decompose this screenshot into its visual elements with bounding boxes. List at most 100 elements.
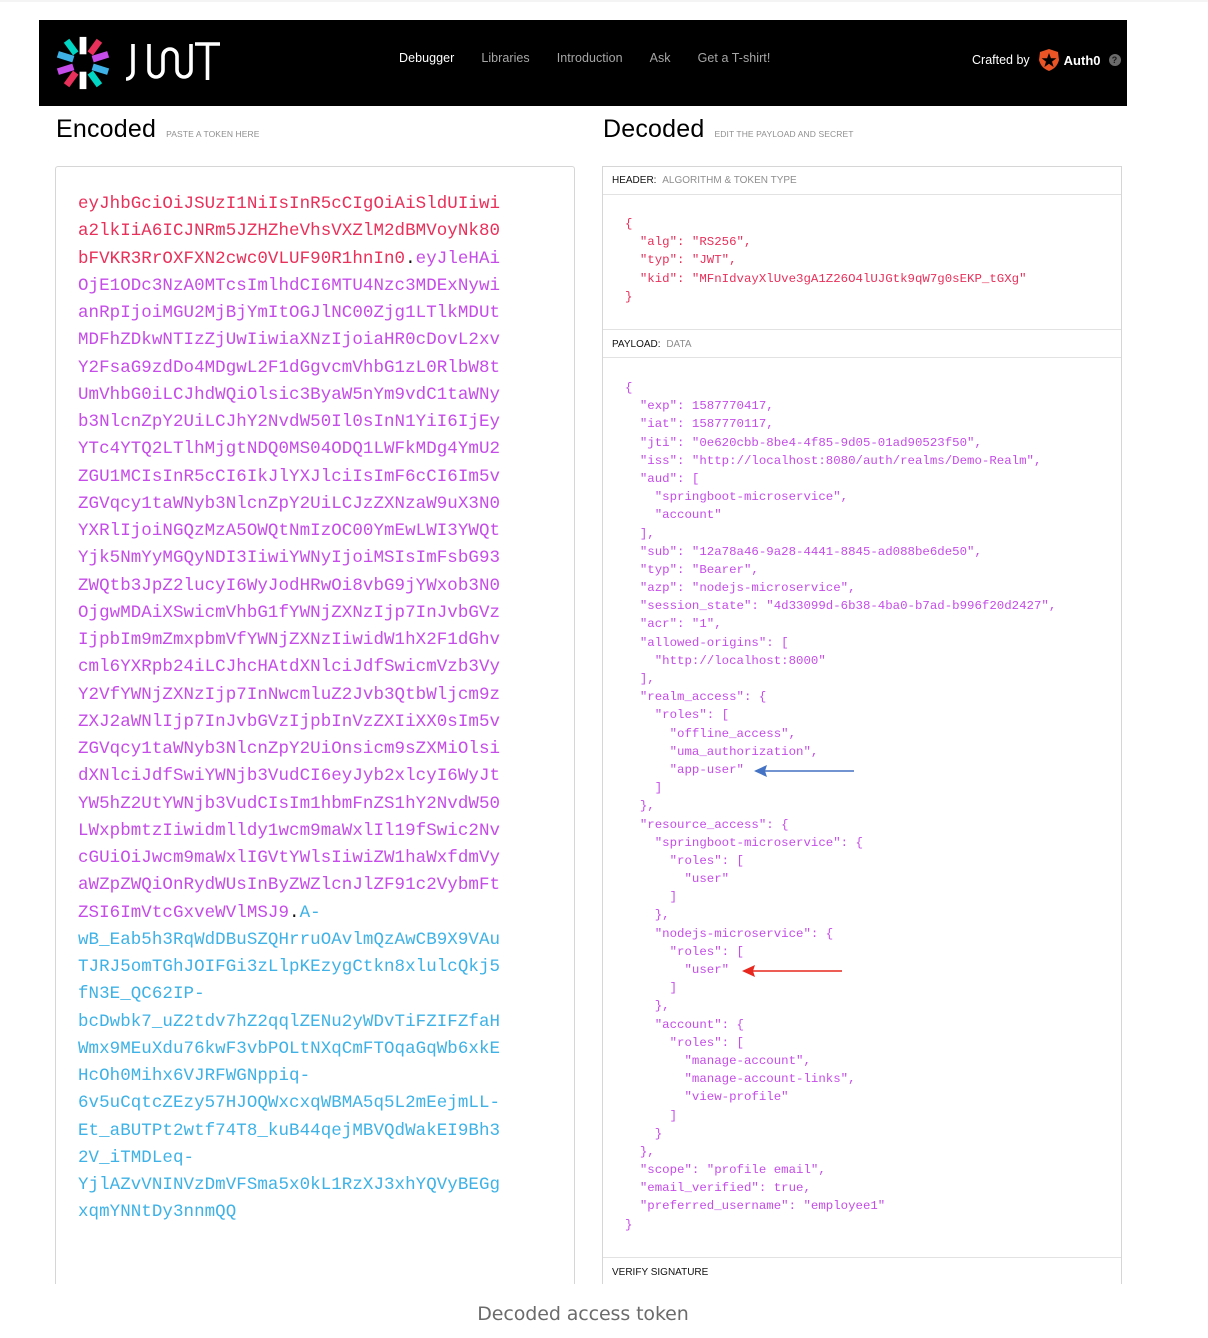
auth0-shield-star-icon [1038, 49, 1059, 71]
token-separator: . [289, 902, 300, 923]
token-signature-segment: TJRJ5omTGhJOIFGi3zLlpKEzygCtkn8xlulcQkj5 [78, 957, 501, 977]
payload-json-line: "iat": 1587770117, [625, 417, 774, 432]
token-line: OjE1ODc3NzA0MTcsImlhdCI6MTU4Nzc3MDExNywi [78, 273, 548, 300]
token-payload-segment: eyJleHAi [415, 248, 501, 269]
payload-json-line: "preferred_username": "employee1" [625, 1199, 886, 1214]
encoded-token-text[interactable]: eyJhbGciOiJSUzI1NiIsInR5cCIgOiAiSldUIiwi… [78, 191, 548, 1227]
payload-json-line: ], [625, 526, 655, 541]
nav-link-debugger[interactable]: Debugger [399, 51, 454, 65]
payload-json-line: "allowed-origins": [ [625, 635, 789, 650]
payload-json-line: "manage-account", [625, 1053, 811, 1068]
encoded-subtitle: PASTE A TOKEN HERE [166, 129, 260, 139]
navbar: Debugger Libraries Introduction Ask Get … [39, 20, 1127, 106]
token-line: bFVKR3RrOXFXN2cwc0VLUF90R1hnIn0.eyJleHAi [78, 246, 548, 273]
token-separator: . [405, 248, 416, 269]
payload-json-line: }, [625, 1144, 655, 1159]
payload-json-line: "account" [625, 508, 722, 523]
token-payload-segment: anRpIjoiMGU2MjBjYmItOGJlNC00Zjg1LTlkMDUt [78, 303, 501, 323]
payload-json-line: "offline_access", [625, 726, 797, 741]
token-line: Y2FsaG9zdDo4MDgwL2F1dGgvcmVhbG1zL0RlbW8t [78, 355, 548, 382]
payload-json-line: "iss": "http://localhost:8080/auth/realm… [625, 453, 1042, 468]
payload-panel-title: PAYLOAD: DATA [603, 329, 1121, 358]
nav-links: Debugger Libraries Introduction Ask Get … [399, 51, 797, 65]
token-line: IjpbIm9mZmxpbmVfYWNjZXNzIiwidW1hX2F1dGhv [78, 627, 548, 654]
payload-json-line: "nodejs-microservice": { [625, 926, 834, 941]
header-panel-title: HEADER: ALGORITHM & TOKEN TYPE [603, 167, 1121, 195]
payload-json-line: "roles": [ [625, 708, 730, 723]
token-line: MDFhZDkwNTIzZjUwIiwiaXNzIjoiaHR0cDovL2xv [78, 327, 548, 354]
encoded-section-title: Encoded PASTE A TOKEN HERE [56, 115, 260, 144]
token-payload-segment: UmVhbG0iLCJhdWQiOlsic3ByaW5nYm9vdC1taWNy [78, 384, 501, 405]
payload-json-line: ] [625, 890, 678, 905]
token-line: ZSI6ImVtcGxveWVlMSJ9.A- [78, 900, 548, 927]
token-header-segment: a2lkIiA6ICJNRm5JZHZheVhsVXZlM2dBMVoyNk80 [78, 221, 501, 242]
token-signature-segment: bcDwbk7_uZ2tdv7hZ2qqlZENu2yWDvTiFZIFZfaH [78, 1011, 501, 1032]
header-json-line: { [625, 217, 633, 231]
payload-json-line: "account": { [625, 1017, 744, 1032]
nav-link-ask[interactable]: Ask [650, 51, 671, 65]
token-signature-segment: HcOh0Mihx6VJRFWGNppiq- [78, 1066, 311, 1086]
verify-signature-panel-title[interactable]: VERIFY SIGNATURE [603, 1257, 1121, 1285]
token-signature-segment: YjlAZvVNINVzDmVFSma5x0kL1RzXJ3xhYQVyBEGg [78, 1175, 501, 1195]
payload-json-line: "http://localhost:8000" [625, 653, 826, 668]
token-line: wB_Eab5h3RqWdDBuSZQHrruOAvlmQzAwCB9X9VAu [78, 927, 548, 954]
header-json-line: } [625, 289, 633, 304]
decoded-section-title: Decoded EDIT THE PAYLOAD AND SECRET [603, 115, 854, 144]
nav-link-libraries[interactable]: Libraries [481, 51, 529, 65]
payload-json-line: "azp": "nodejs-microservice", [625, 581, 856, 596]
nav-link-introduction[interactable]: Introduction [557, 51, 623, 65]
token-line: ZGVqcy1taWNyb3NlcnZpY2UiOnsicm9sZXMiOlsi [78, 736, 548, 763]
token-payload-segment: OjE1ODc3NzA0MTcsImlhdCI6MTU4Nzc3MDExNywi [78, 275, 501, 296]
token-payload-segment: ZXJ2aWNlIjp7InJvbGVzIjpbInVzZXIiXX0sIm5v [78, 711, 501, 732]
token-payload-segment: IjpbIm9mZmxpbmVfYWNjZXNzIiwidW1hX2F1dGhv [78, 630, 501, 650]
crafted-by-auth0[interactable]: Crafted by Auth0 ? [972, 48, 1121, 72]
payload-json-line: ] [625, 1108, 678, 1123]
token-line: b3NlcnZpY2UiLCJhY2NvdW50Il0sInN1YiI6IjEy [78, 409, 548, 436]
token-payload-segment: YXRlIjoiNGQzMzA5OWQtNmIzOC00YmEwLWI3YWQt [78, 521, 501, 541]
payload-json-line: "springboot-microservice", [625, 490, 849, 505]
payload-json-line: "uma_authorization", [625, 744, 819, 759]
token-line: a2lkIiA6ICJNRm5JZHZheVhsVXZlM2dBMVoyNk80 [78, 218, 548, 245]
jwt-wordmark [125, 42, 220, 81]
payload-json-line: "exp": 1587770417, [625, 399, 774, 414]
token-line: OjgwMDAiXSwicmVhbG1fYWNjZXNzIjp7InJvbGVz [78, 600, 548, 627]
token-signature-segment: fN3E_QC62IP- [78, 984, 205, 1005]
token-line: YjlAZvVNINVzDmVFSma5x0kL1RzXJ3xhYQVyBEGg [78, 1172, 548, 1199]
payload-json-line: "springboot-microservice": { [625, 835, 863, 850]
payload-json-line: } [625, 1126, 663, 1141]
token-signature-segment: wB_Eab5h3RqWdDBuSZQHrruOAvlmQzAwCB9X9VAu [78, 929, 501, 950]
decoded-panel: HEADER: ALGORITHM & TOKEN TYPE { "alg": … [602, 166, 1122, 1284]
encoded-token-input[interactable]: eyJhbGciOiJSUzI1NiIsInR5cCIgOiAiSldUIiwi… [55, 166, 575, 1284]
jwt-logo-icon[interactable] [54, 34, 112, 92]
token-line: cml6YXRpb24iLCJhcHAtdXNlciJdfSwicmVzb3Vy [78, 654, 548, 681]
payload-json-line: "manage-account-links", [625, 1072, 856, 1087]
payload-json-line: "jti": "0e620cbb-8be4-4f85-9d05-01ad9052… [625, 435, 982, 450]
token-line: xqmYNNtDy3nnmQQ [78, 1199, 548, 1226]
payload-json-line: "roles": [ [625, 944, 744, 959]
token-payload-segment: ZSI6ImVtcGxveWVlMSJ9 [78, 902, 290, 923]
payload-json-line: { [625, 381, 633, 395]
token-line: YTc4YTQ2LTlhMjgtNDQ0MS04ODQ1LWFkMDg4YmU2 [78, 436, 548, 463]
payload-sublabel: DATA [666, 339, 692, 350]
token-line: ZWQtb3JpZ2lucyI6WyJodHRwOi8vbG9jYWxob3N0 [78, 573, 548, 600]
token-line: aWZpZWQiOnRydWUsInByZWZlcnJlZF91c2VybmFt [78, 872, 548, 899]
token-payload-segment: ZGU1MCIsInR5cCI6IkJlYXJlciIsImF6cCI6Im5v [78, 466, 501, 487]
token-line: YW5hZ2UtYWNjb3VudCIsIm1hbmFnZS1hY2NvdW50 [78, 791, 548, 818]
header-json-editor[interactable]: { "alg": "RS256", "typ": "JWT", "kid": "… [625, 215, 1027, 306]
token-payload-segment: Yjk5NmYyMGQyNDI3IiwiYWNyIjoiMSIsImFsbG93 [78, 548, 501, 569]
token-signature-segment: 2V_iTMDLeq- [78, 1147, 195, 1168]
token-signature-segment: A- [299, 902, 321, 923]
payload-json-line: "user" [625, 872, 730, 887]
payload-json-editor[interactable]: { "exp": 1587770417, "iat": 1587770117, … [625, 379, 1056, 1234]
payload-json-line: "email_verified": true, [625, 1181, 811, 1196]
nav-link-get-tshirt[interactable]: Get a T-shirt! [698, 51, 771, 65]
token-line: YXRlIjoiNGQzMzA5OWQtNmIzOC00YmEwLWI3YWQt [78, 518, 548, 545]
token-line: LWxpbmtzIiwidmlldy1wcm9maWxlIl19fSwic2Nv [78, 818, 548, 845]
payload-label: PAYLOAD: [612, 339, 661, 350]
decoded-subtitle: EDIT THE PAYLOAD AND SECRET [714, 129, 854, 139]
payload-json-line: }, [625, 908, 670, 923]
token-payload-segment: MDFhZDkwNTIzZjUwIiwiaXNzIjoiaHR0cDovL2xv [78, 330, 501, 351]
token-payload-segment: aWZpZWQiOnRydWUsInByZWZlcnJlZF91c2VybmFt [78, 875, 501, 896]
payload-json-line: "roles": [ [625, 1035, 744, 1050]
question-mark-circle-icon[interactable]: ? [1108, 54, 1121, 66]
